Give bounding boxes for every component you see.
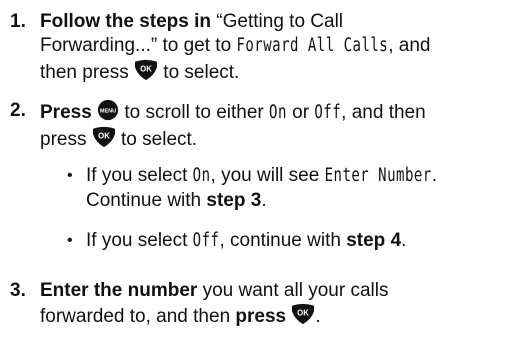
step-body: Press to scroll to either On or Off, and… bbox=[40, 99, 521, 152]
step-text: to scroll to either bbox=[124, 102, 264, 123]
bullet-text-part: , continue with bbox=[219, 230, 341, 251]
ok-key-icon bbox=[134, 59, 158, 81]
ok-key-icon bbox=[291, 303, 315, 325]
step-body: Follow the steps in “Getting to Call For… bbox=[40, 10, 521, 85]
step-bold-text: Enter the number bbox=[40, 280, 198, 301]
step-text: to select. bbox=[121, 129, 198, 150]
step-text: Forwarding...” to get to bbox=[40, 35, 232, 56]
step-text: forwarded to, and then bbox=[40, 306, 231, 327]
lcd-text: Enter Number bbox=[324, 165, 432, 186]
bullet-text-part: . bbox=[431, 165, 438, 186]
step-number: 2. bbox=[10, 100, 26, 121]
step-text: then press bbox=[40, 62, 129, 83]
step-text: or bbox=[292, 102, 310, 123]
step-number: 1. bbox=[10, 11, 26, 32]
lcd-text: On bbox=[269, 102, 287, 123]
instruction-page: 1. Follow the steps in “Getting to Call … bbox=[0, 0, 527, 361]
lcd-text: Forward All Calls bbox=[236, 35, 389, 56]
step-text: you want all your calls bbox=[202, 280, 389, 301]
step-text: , and bbox=[388, 35, 431, 56]
step-bold-text: press bbox=[235, 306, 287, 327]
bullet-text-part: If you select bbox=[86, 230, 188, 251]
menu-icon-label: MENU bbox=[0, 0, 1, 1]
bullet-dot: • bbox=[67, 167, 73, 184]
step-bold-text: Press bbox=[40, 102, 92, 123]
bullet-text-part: Continue with bbox=[86, 190, 202, 211]
bullet-text-part: If you select bbox=[86, 165, 188, 186]
step-reference: step 4 bbox=[346, 230, 402, 251]
bullet-text-part: , you will see bbox=[210, 165, 320, 186]
step-body: Enter the number you want all your calls… bbox=[40, 279, 521, 329]
lcd-text: On bbox=[192, 165, 211, 186]
step-reference: step 3 bbox=[206, 190, 262, 211]
menu-key-icon bbox=[97, 99, 119, 121]
step-bold-text: Follow the steps in bbox=[40, 11, 212, 32]
step-text: press bbox=[40, 129, 87, 150]
bullet-text: If you select Off, continue with step 4. bbox=[86, 229, 523, 254]
ok-icon-label: OK bbox=[0, 0, 1, 1]
bullet-text-part: . bbox=[401, 230, 407, 251]
lcd-text: Off bbox=[192, 230, 220, 251]
step-text: “Getting to Call bbox=[216, 11, 344, 32]
ok-key-icon bbox=[92, 126, 116, 148]
lcd-text: Off bbox=[314, 102, 342, 123]
step-text: , and then bbox=[341, 102, 426, 123]
step-number: 3. bbox=[10, 280, 26, 301]
step-text: . bbox=[315, 306, 321, 327]
bullet-text-part: . bbox=[261, 190, 267, 211]
step-text: to select. bbox=[163, 62, 240, 83]
bullet-dot: • bbox=[67, 232, 73, 249]
bullet-text: If you select On, you will see Enter Num… bbox=[86, 164, 523, 213]
